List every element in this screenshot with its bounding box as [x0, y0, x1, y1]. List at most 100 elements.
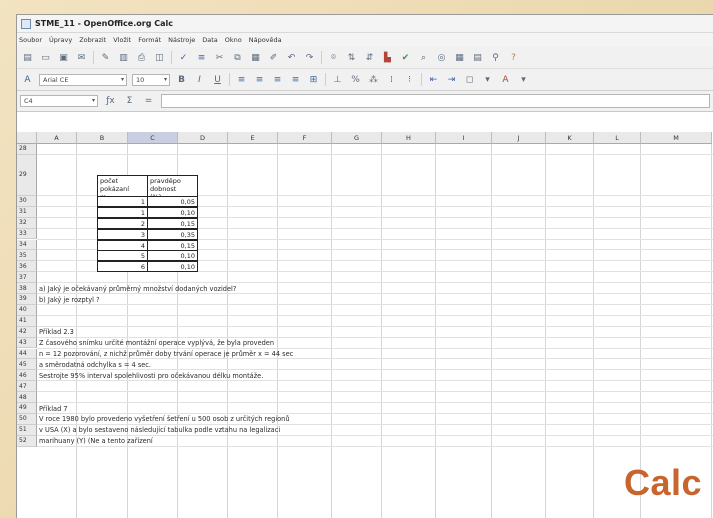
background-color-icon[interactable]: ▾ [481, 74, 494, 85]
sort-ascending-icon[interactable]: ⇅ [345, 52, 358, 63]
font-name-combo[interactable]: Arial CE ▾ [39, 73, 127, 86]
redo-icon[interactable]: ↷ [303, 52, 316, 63]
table-cell-probability[interactable]: 0,15 [147, 239, 198, 251]
row-header-42[interactable]: 42 [17, 326, 37, 338]
menu-zobrazit[interactable]: Zobrazit [79, 36, 106, 44]
row-header-51[interactable]: 51 [17, 424, 37, 436]
column-header-c[interactable]: C [128, 132, 178, 144]
menu-napoveda[interactable]: Nápověda [249, 36, 282, 44]
row-header-47[interactable]: 47 [17, 381, 37, 393]
number-format-standard-icon[interactable]: ⁂ [367, 74, 380, 85]
row-header-29[interactable]: 29 [17, 154, 37, 196]
column-header-m[interactable]: M [641, 132, 712, 144]
justify-icon[interactable]: ≡ [289, 74, 302, 85]
bold-icon[interactable]: B [175, 74, 188, 85]
column-header-j[interactable]: J [492, 132, 546, 144]
open-icon[interactable]: ▭ [39, 52, 52, 63]
table-cell-probability[interactable]: 0,10 [147, 206, 198, 218]
row-header-46[interactable]: 46 [17, 370, 37, 382]
table-cell-count[interactable]: 2 [97, 217, 148, 229]
column-header-i[interactable]: I [436, 132, 492, 144]
row-header-43[interactable]: 43 [17, 337, 37, 349]
export-pdf-icon[interactable]: ▥ [117, 52, 130, 63]
save-icon[interactable]: ▣ [57, 52, 70, 63]
cell-text-line[interactable]: Příklad 2.3 [39, 328, 74, 336]
cell-text-line[interactable]: Z časového snímku určité montážní operac… [39, 339, 274, 347]
table-cell-probability[interactable]: 0,10 [147, 261, 198, 273]
cell-text-line[interactable]: n = 12 pozorování, z nichž průměr doby t… [39, 350, 293, 358]
row-header-44[interactable]: 44 [17, 348, 37, 360]
table-cell-probability[interactable]: 0,10 [147, 250, 198, 262]
row-header-37[interactable]: 37 [17, 272, 37, 284]
sort-descending-icon[interactable]: ⇵ [363, 52, 376, 63]
hyperlink-icon[interactable]: ⌾ [327, 52, 340, 63]
row-header-40[interactable]: 40 [17, 304, 37, 316]
row-header-52[interactable]: 52 [17, 435, 37, 447]
column-header-k[interactable]: K [546, 132, 594, 144]
row-header-48[interactable]: 48 [17, 392, 37, 403]
check-icon[interactable]: ✔ [399, 52, 412, 63]
row-header-30[interactable]: 30 [17, 195, 37, 207]
spellcheck-icon[interactable]: ✓ [177, 52, 190, 63]
formula-input[interactable] [161, 94, 710, 108]
help-icon[interactable]: ? [507, 52, 520, 63]
menu-upravy[interactable]: Úpravy [49, 36, 72, 44]
table-cell-count[interactable]: 1 [97, 195, 148, 207]
row-header-49[interactable]: 49 [17, 403, 37, 414]
number-format-percent-icon[interactable]: % [349, 74, 362, 85]
font-color-icon[interactable]: A [499, 74, 512, 85]
column-header-h[interactable]: H [382, 132, 436, 144]
cell-text-line[interactable]: a) Jaký je očekávaný průměrný množství d… [39, 285, 236, 293]
toolbar-more-icon[interactable]: ▾ [517, 74, 530, 85]
row-header-39[interactable]: 39 [17, 294, 37, 305]
row-header-41[interactable]: 41 [17, 315, 37, 327]
cell-text-line[interactable]: Příklad 7 [39, 405, 68, 413]
zoom-icon[interactable]: ⚲ [489, 52, 502, 63]
cut-icon[interactable]: ✂ [213, 52, 226, 63]
print-icon[interactable]: ⎙ [135, 52, 148, 63]
column-header-e[interactable]: E [228, 132, 278, 144]
page-preview-icon[interactable]: ◫ [153, 52, 166, 63]
font-size-combo[interactable]: 10 ▾ [132, 73, 170, 86]
table-cell-count[interactable]: 3 [97, 228, 148, 240]
chart-icon[interactable]: ▙ [381, 52, 394, 63]
menu-nastroje[interactable]: Nástroje [168, 36, 195, 44]
row-header-50[interactable]: 50 [17, 413, 37, 425]
sum-icon[interactable]: Σ [123, 96, 136, 107]
undo-icon[interactable]: ↶ [285, 52, 298, 63]
merge-cells-icon[interactable]: ⊞ [307, 74, 320, 85]
number-format-currency-icon[interactable]: ⊥ [331, 74, 344, 85]
cell-text-line[interactable]: a směrodatná odchylka s = 4 sec. [39, 361, 151, 369]
menu-vlozit[interactable]: Vložit [113, 36, 131, 44]
underline-icon[interactable]: U [211, 74, 224, 85]
spreadsheet-grid[interactable]: ABCDEFGHIJKLM 28 29 30 31 32 33 34 35 36 37 38 39 40… [17, 132, 713, 518]
format-paintbrush-icon[interactable]: ✐ [267, 52, 280, 63]
row-header-38[interactable]: 38 [17, 283, 37, 294]
italic-icon[interactable]: I [193, 74, 206, 85]
align-right-icon[interactable]: ≡ [271, 74, 284, 85]
row-header-31[interactable]: 31 [17, 206, 37, 218]
table-cell-probability[interactable]: 0,05 [147, 195, 198, 207]
menu-format[interactable]: Formát [138, 36, 161, 44]
cell-text-line[interactable]: v USA (X) a bylo sestaveno následující t… [39, 426, 280, 434]
edit-file-icon[interactable]: ✎ [99, 52, 112, 63]
align-center-icon[interactable]: ≡ [253, 74, 266, 85]
table-cell-count[interactable]: 1 [97, 206, 148, 218]
datasources-icon[interactable]: ▤ [471, 52, 484, 63]
decrease-indent-icon[interactable]: ⇤ [427, 74, 440, 85]
table-cell-count[interactable]: 4 [97, 239, 148, 251]
cell-text-line[interactable]: V roce 1980 bylo provedeno vyšetření šet… [39, 415, 290, 423]
equals-icon[interactable]: = [142, 96, 155, 107]
find-replace-icon[interactable]: ⌕ [417, 52, 430, 63]
row-header-45[interactable]: 45 [17, 359, 37, 371]
column-header-b[interactable]: B [77, 132, 128, 144]
borders-icon[interactable]: ◻ [463, 74, 476, 85]
gallery-icon[interactable]: ▦ [453, 52, 466, 63]
row-header-36[interactable]: 36 [17, 261, 37, 273]
table-cell-count[interactable]: 5 [97, 250, 148, 262]
cell-text-line[interactable]: marihuany (Y) (Ne a tento zařízení [39, 437, 153, 445]
column-header-a[interactable]: A [37, 132, 77, 144]
select-all-corner[interactable] [17, 132, 37, 144]
column-header-f[interactable]: F [278, 132, 332, 144]
email-icon[interactable]: ✉ [75, 52, 88, 63]
